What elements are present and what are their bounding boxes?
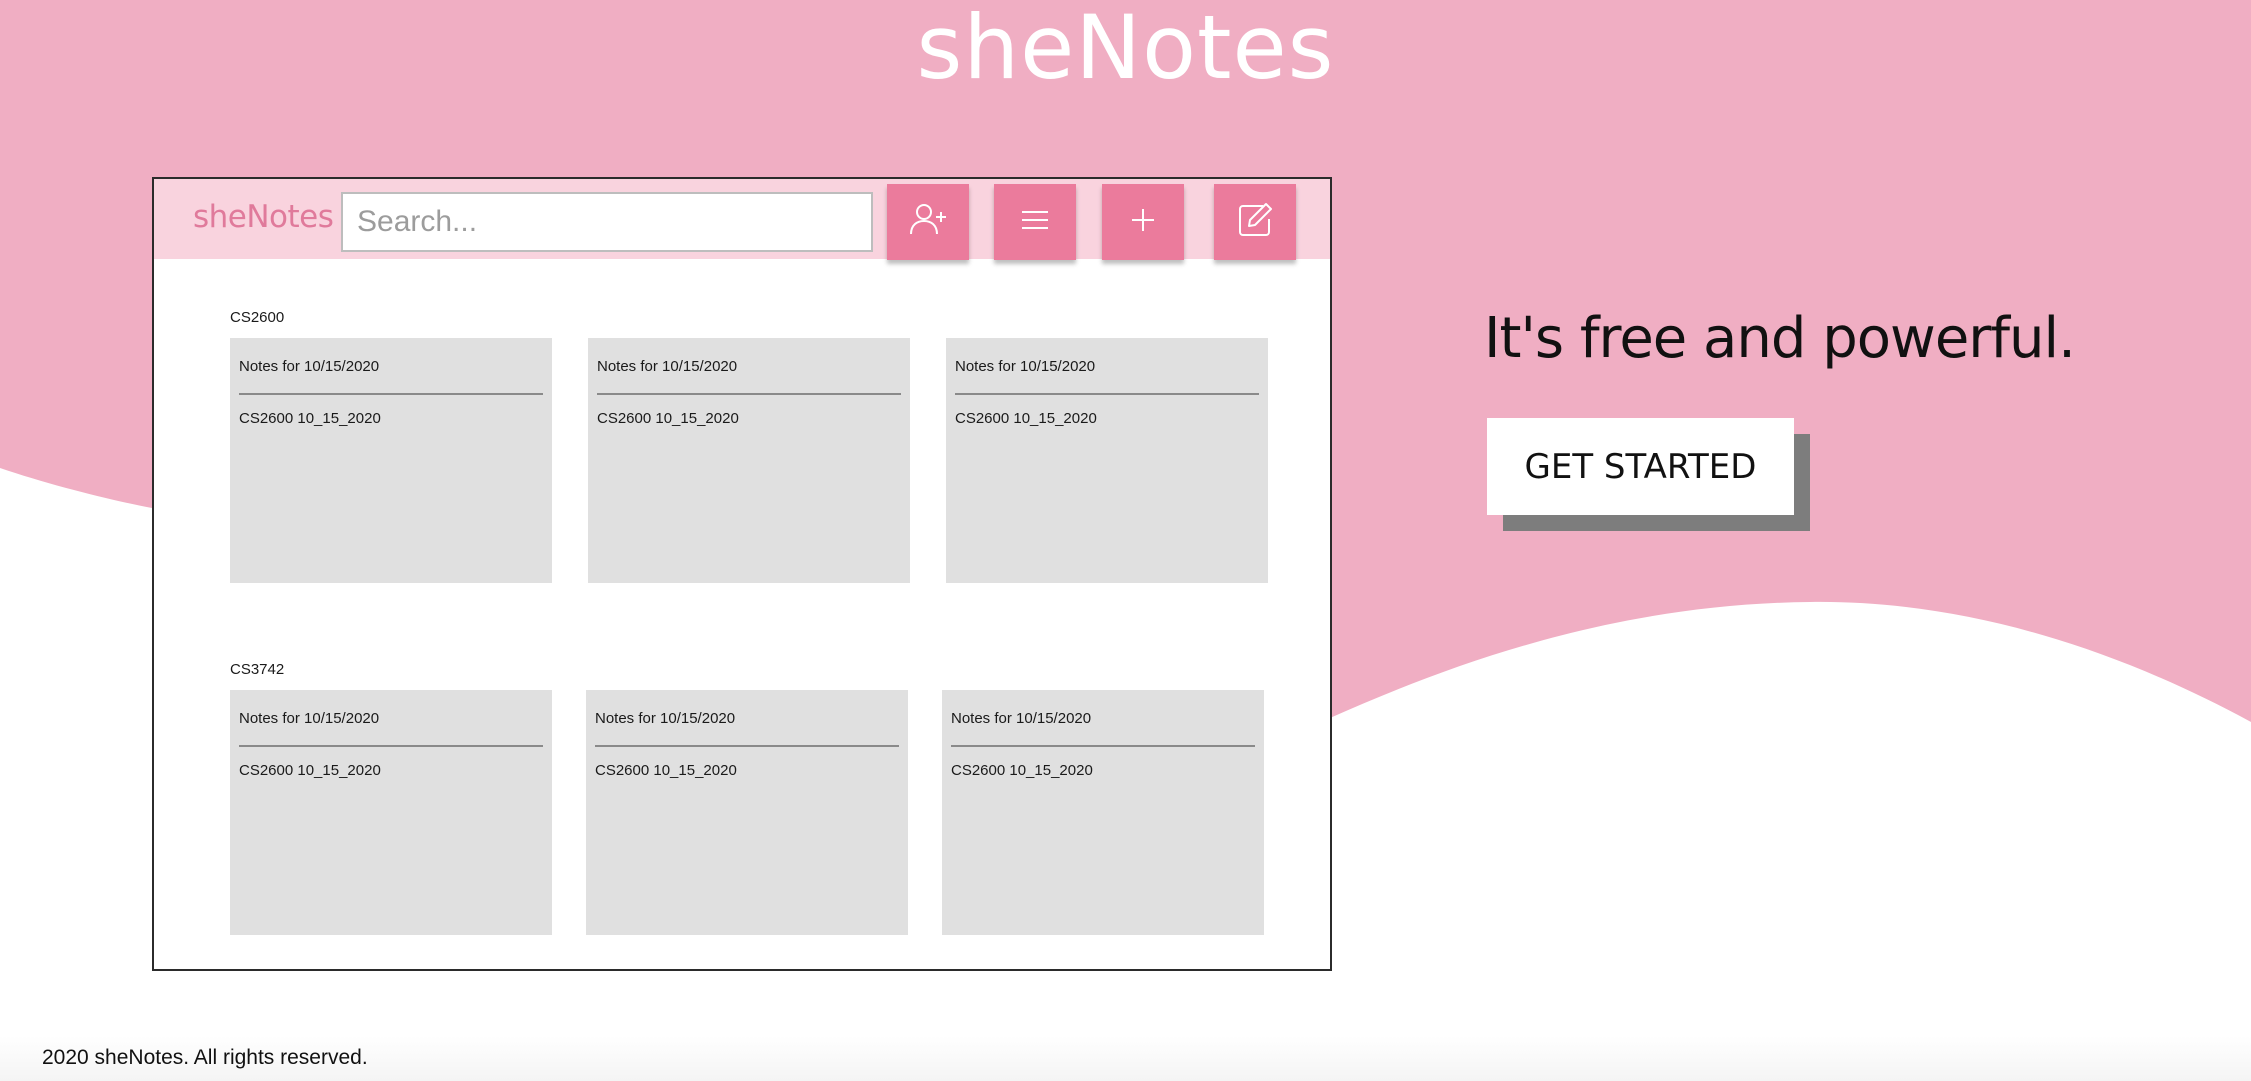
add-user-button[interactable] <box>887 184 969 260</box>
note-divider <box>239 393 543 395</box>
note-title: Notes for 10/15/2020 <box>239 358 380 375</box>
edit-icon <box>1233 198 1277 247</box>
preview-navbar: sheNotes <box>154 179 1330 260</box>
note-card[interactable]: Notes for 10/15/2020 CS2600 10_15_2020 <box>588 338 910 583</box>
hero-tagline: It's free and powerful. <box>1484 306 2076 371</box>
note-body: CS2600 10_15_2020 <box>595 762 737 779</box>
note-body: CS2600 10_15_2020 <box>239 410 381 427</box>
note-card[interactable]: Notes for 10/15/2020 CS2600 10_15_2020 <box>230 690 552 935</box>
footer-copyright: 2020 sheNotes. All rights reserved. <box>42 1046 368 1069</box>
landing-page: sheNotes sheNotes Search... CS2600 Notes… <box>0 0 2251 1081</box>
menu-button[interactable] <box>994 184 1076 260</box>
get-started-button[interactable]: GET STARTED <box>1487 418 1794 515</box>
section-label-cs3742: CS3742 <box>230 661 285 678</box>
note-divider <box>597 393 901 395</box>
note-card[interactable]: Notes for 10/15/2020 CS2600 10_15_2020 <box>946 338 1268 583</box>
note-body: CS2600 10_15_2020 <box>597 410 739 427</box>
note-title: Notes for 10/15/2020 <box>595 710 736 727</box>
add-note-button[interactable] <box>1102 184 1184 260</box>
note-divider <box>239 745 543 747</box>
note-card[interactable]: Notes for 10/15/2020 CS2600 10_15_2020 <box>586 690 908 935</box>
note-title: Notes for 10/15/2020 <box>951 710 1092 727</box>
note-title: Notes for 10/15/2020 <box>955 358 1096 375</box>
app-preview: sheNotes Search... CS2600 Notes for 10/1… <box>152 177 1332 971</box>
note-title: Notes for 10/15/2020 <box>239 710 380 727</box>
note-divider <box>595 745 899 747</box>
site-title: sheNotes <box>916 0 1335 99</box>
note-card[interactable]: Notes for 10/15/2020 CS2600 10_15_2020 <box>942 690 1264 935</box>
edit-note-button[interactable] <box>1214 184 1296 260</box>
note-card[interactable]: Notes for 10/15/2020 CS2600 10_15_2020 <box>230 338 552 583</box>
note-body: CS2600 10_15_2020 <box>955 410 1097 427</box>
footer: 2020 sheNotes. All rights reserved. <box>0 1036 2251 1081</box>
section-label-cs2600: CS2600 <box>230 309 285 326</box>
note-divider <box>951 745 1255 747</box>
note-body: CS2600 10_15_2020 <box>951 762 1093 779</box>
menu-icon <box>1013 198 1057 247</box>
plus-icon <box>1121 198 1165 247</box>
note-divider <box>955 393 1259 395</box>
note-title: Notes for 10/15/2020 <box>597 358 738 375</box>
preview-brand-logo[interactable]: sheNotes <box>193 199 334 235</box>
note-body: CS2600 10_15_2020 <box>239 762 381 779</box>
add-user-icon <box>906 198 950 247</box>
search-input[interactable] <box>341 192 873 252</box>
